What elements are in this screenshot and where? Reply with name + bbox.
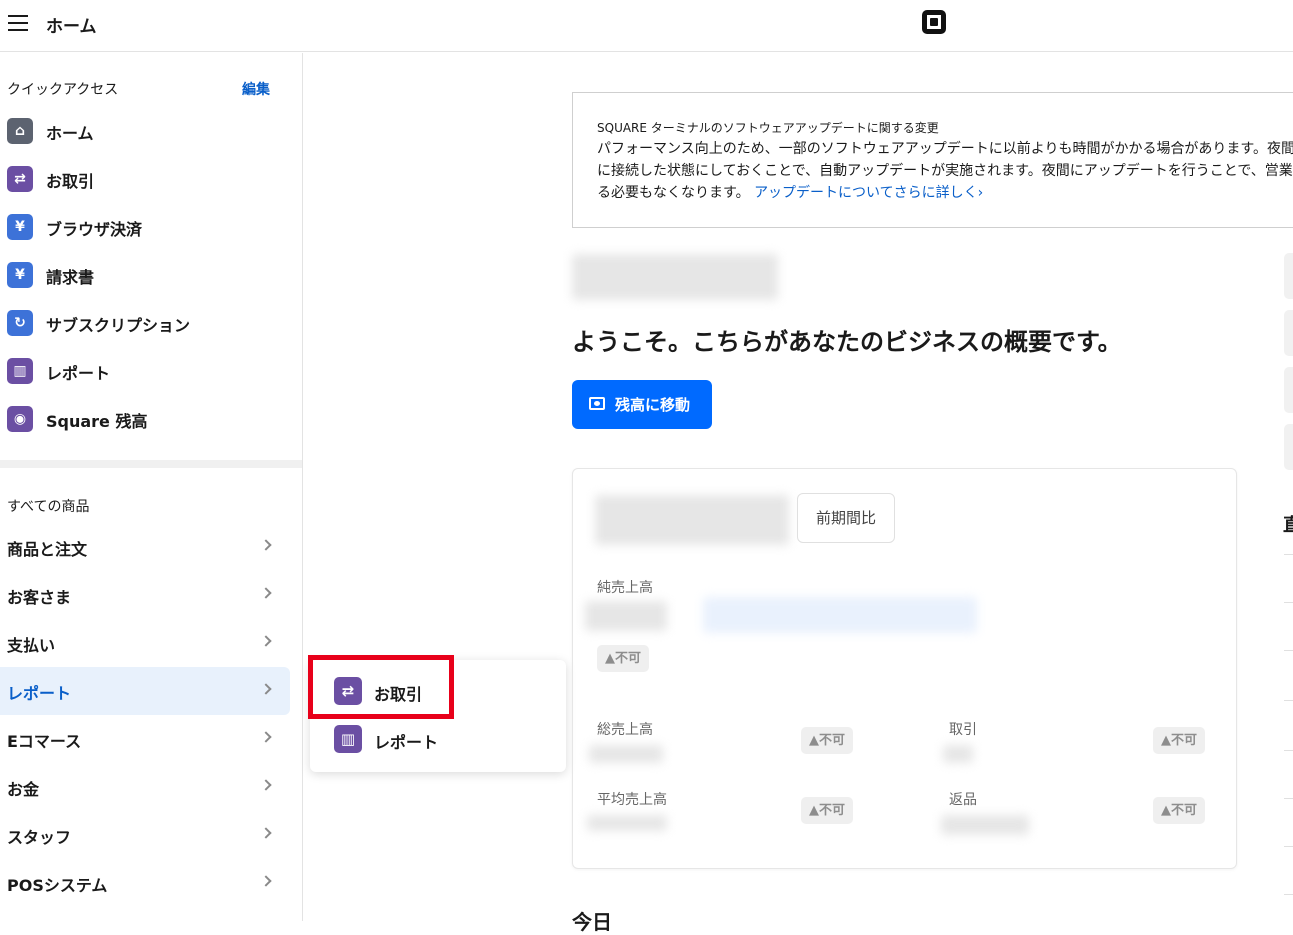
cash-icon: ◉ xyxy=(7,406,33,432)
quick-access-item-subscriptions[interactable]: ↻ サブスクリプション xyxy=(0,301,300,345)
refunds-change-badge: ▲不可 xyxy=(1153,797,1205,824)
redacted-transactions-value xyxy=(943,745,973,763)
transactions-label: 取引 xyxy=(949,722,977,738)
top-bar: ホーム xyxy=(0,0,1293,52)
divider xyxy=(1284,798,1293,799)
quick-access-label: 請求書 xyxy=(46,268,95,287)
notice-banner: SQUARE ターミナルのソフトウェアアップデートに関する変更 パフォーマンス向… xyxy=(572,92,1293,228)
nav-label: お客さま xyxy=(7,588,72,607)
quick-access-label: サブスクリプション xyxy=(46,316,191,335)
quick-access-item-square-balance[interactable]: ◉ Square 残高 xyxy=(0,397,300,441)
chevron-right-icon xyxy=(260,827,272,839)
go-to-balance-label: 残高に移動 xyxy=(615,396,691,414)
quick-access-label: レポート xyxy=(46,364,111,383)
nav-item-customers[interactable]: お客さま xyxy=(0,571,290,619)
home-icon: ⌂ xyxy=(7,118,33,144)
notice-body: パフォーマンス向上のため、一部のソフトウェアアップデートに以前よりも時間がかかる… xyxy=(597,138,1293,204)
gross-sales-label: 総売上高 xyxy=(597,722,653,738)
transactions-change-badge: ▲不可 xyxy=(1153,727,1205,754)
divider xyxy=(1284,700,1293,701)
chevron-right-icon xyxy=(260,587,272,599)
quick-access-edit-link[interactable]: 編集 xyxy=(242,79,270,99)
divider xyxy=(1284,602,1293,603)
nav-item-reports[interactable]: レポート xyxy=(0,667,290,715)
net-sales-change-badge: ▲不可 xyxy=(597,645,649,672)
average-sales-change-badge: ▲不可 xyxy=(801,797,853,824)
divider xyxy=(1284,750,1293,751)
nav-item-staff[interactable]: スタッフ xyxy=(0,811,290,859)
highlight-box xyxy=(308,655,454,719)
quick-access-heading: クイックアクセス xyxy=(7,82,119,98)
nav-item-pos-system[interactable]: POSシステム xyxy=(0,859,290,907)
cash-icon xyxy=(589,397,605,410)
chevron-right-icon xyxy=(260,635,272,647)
divider xyxy=(0,460,302,468)
go-to-balance-button[interactable]: 残高に移動 xyxy=(572,380,712,429)
net-sales-label: 純売上高 xyxy=(597,580,653,596)
redacted-average-sales-value xyxy=(587,815,667,831)
chevron-right-icon xyxy=(260,683,272,695)
redacted-net-sales-chart xyxy=(703,597,977,633)
nav-item-ecommerce[interactable]: Eコマース xyxy=(0,715,290,763)
gross-sales-change-badge: ▲不可 xyxy=(801,727,853,754)
divider xyxy=(1284,650,1293,651)
sidebar: クイックアクセス 編集 ⌂ ホーム ⇄ お取引 ¥ ブラウザ決済 ¥ 請求書 ↻… xyxy=(0,53,303,921)
quick-access-item-transactions[interactable]: ⇄ お取引 xyxy=(0,157,300,201)
quick-access-item-invoices[interactable]: ¥ 請求書 xyxy=(0,253,300,297)
quick-access-item-home[interactable]: ⌂ ホーム xyxy=(0,109,300,153)
chevron-right-icon xyxy=(260,875,272,887)
nav-item-payments[interactable]: 支払い xyxy=(0,619,290,667)
quick-access-item-browser-payments[interactable]: ¥ ブラウザ決済 xyxy=(0,205,300,249)
page-title: ホーム xyxy=(46,17,97,37)
redacted-gross-sales-value xyxy=(589,745,663,763)
nav-label: POSシステム xyxy=(7,876,108,895)
redacted-net-sales-value xyxy=(585,601,667,631)
nav-item-money[interactable]: お金 xyxy=(0,763,290,811)
quick-access-label: ホーム xyxy=(46,124,94,143)
square-logo-icon[interactable] xyxy=(922,10,946,34)
refunds-label: 返品 xyxy=(949,792,977,808)
quick-access-item-reports[interactable]: ▥ レポート xyxy=(0,349,300,393)
nav-label: スタッフ xyxy=(7,828,72,847)
chevron-right-icon xyxy=(260,539,272,551)
right-panel-tile[interactable] xyxy=(1284,424,1293,470)
right-panel-heading: 直 xyxy=(1283,515,1293,536)
invoice-icon: ¥ xyxy=(7,262,33,288)
nav-label: 支払い xyxy=(7,636,56,655)
redacted-date-range xyxy=(595,495,789,545)
welcome-heading: ようこそ。こちらがあなたのビジネスの概要です。 xyxy=(572,328,1122,356)
compare-period-button[interactable]: 前期間比 xyxy=(797,493,895,543)
divider xyxy=(1284,846,1293,847)
right-panel-tile[interactable] xyxy=(1284,253,1293,299)
nav-label: Eコマース xyxy=(7,732,82,751)
redacted-business-name xyxy=(572,254,778,300)
average-sales-label: 平均売上高 xyxy=(597,792,667,808)
sales-summary-card: 前期間比 純売上高 ▲不可 総売上高 ▲不可 取引 ▲不可 平均売上高 ▲不可 … xyxy=(572,468,1237,869)
quick-access-label: ブラウザ決済 xyxy=(46,220,143,239)
divider xyxy=(1284,554,1293,555)
nav-label: 商品と注文 xyxy=(7,540,88,559)
chevron-right-icon xyxy=(260,779,272,791)
bar-chart-icon: ▥ xyxy=(7,358,33,384)
nav-label: お金 xyxy=(7,780,40,799)
chevron-right-icon xyxy=(260,731,272,743)
right-panel-tile[interactable] xyxy=(1284,310,1293,356)
flyout-label: レポート xyxy=(374,733,439,752)
yen-icon: ¥ xyxy=(7,214,33,240)
quick-access-label: お取引 xyxy=(46,172,95,191)
nav-label: レポート xyxy=(7,684,72,703)
all-products-heading: すべての商品 xyxy=(7,499,90,515)
redacted-refunds-value xyxy=(941,815,1029,835)
flyout-item-reports[interactable]: ▥ レポート xyxy=(334,719,554,759)
refresh-icon: ↻ xyxy=(7,310,33,336)
bar-chart-icon: ▥ xyxy=(334,725,362,753)
right-panel-tile[interactable] xyxy=(1284,367,1293,413)
nav-item-items-orders[interactable]: 商品と注文 xyxy=(0,523,290,571)
transactions-icon: ⇄ xyxy=(7,166,33,192)
quick-access-label: Square 残高 xyxy=(46,412,148,431)
menu-icon[interactable] xyxy=(8,14,28,32)
notice-title: SQUARE ターミナルのソフトウェアアップデートに関する変更 xyxy=(597,121,939,135)
notice-learn-more-link[interactable]: アップデートについてさらに詳しく› xyxy=(754,185,983,201)
divider xyxy=(1284,894,1293,895)
